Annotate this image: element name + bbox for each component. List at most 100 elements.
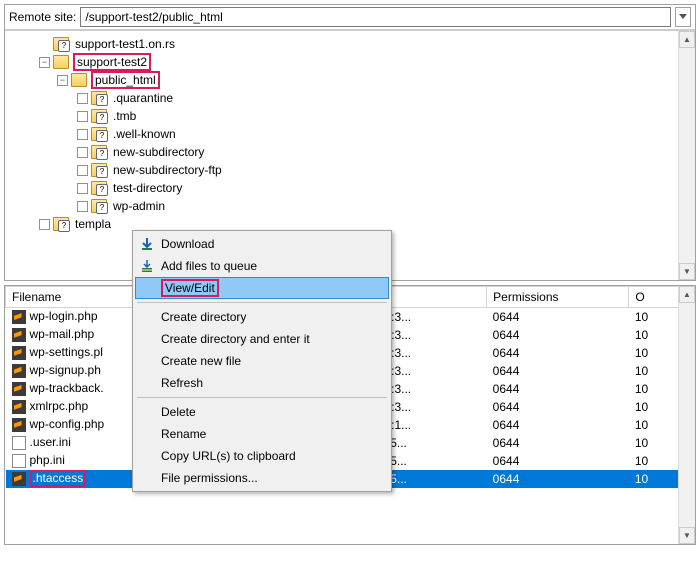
tree-node[interactable]: − public_html <box>9 71 695 89</box>
file-name: wp-settings.pl <box>30 345 103 359</box>
menu-item[interactable]: File permissions... <box>135 467 389 489</box>
menu-item[interactable]: Download <box>135 233 389 255</box>
remote-path-bar: Remote site: <box>5 5 695 30</box>
menu-item-label: View/Edit <box>161 279 219 297</box>
tree-toggle[interactable] <box>77 111 88 122</box>
tree-node-label: wp-admin <box>111 197 167 215</box>
code-file-icon <box>12 418 26 432</box>
menu-item-label: Create directory <box>161 310 246 324</box>
tree-toggle <box>39 39 50 50</box>
tree-toggle[interactable]: − <box>39 57 50 68</box>
ini-file-icon <box>12 454 26 468</box>
scroll-up-icon[interactable]: ▲ <box>679 286 695 303</box>
menu-item[interactable]: Add files to queue <box>135 255 389 277</box>
scroll-up-icon[interactable]: ▲ <box>679 31 695 48</box>
ini-file-icon <box>12 436 26 450</box>
menu-item-label: Refresh <box>161 376 203 390</box>
menu-separator <box>137 302 387 303</box>
menu-item-label: Download <box>161 237 214 251</box>
path-dropdown-button[interactable] <box>675 7 691 27</box>
question-folder-icon <box>91 145 107 159</box>
tree-toggle[interactable]: − <box>57 75 68 86</box>
code-file-icon <box>12 310 26 324</box>
menu-item[interactable]: Create directory <box>135 306 389 328</box>
code-file-icon <box>12 328 26 342</box>
menu-item[interactable]: View/Edit <box>135 277 389 299</box>
tree-node-label: .quarantine <box>111 89 175 107</box>
code-file-icon <box>12 472 26 486</box>
file-name: .htaccess <box>30 470 87 488</box>
menu-item[interactable]: Delete <box>135 401 389 423</box>
menu-separator <box>137 397 387 398</box>
tree-node-label: test-directory <box>111 179 184 197</box>
tree-node-label: support-test2 <box>73 53 151 71</box>
question-folder-icon <box>91 199 107 213</box>
context-menu[interactable]: Download Add files to queue View/Edit Creat… <box>132 230 392 492</box>
tree-toggle[interactable] <box>77 129 88 140</box>
question-folder-icon <box>53 217 69 231</box>
file-name: wp-trackback. <box>30 381 104 395</box>
remote-site-label: Remote site: <box>9 10 76 24</box>
code-file-icon <box>12 400 26 414</box>
question-folder-icon <box>53 37 69 51</box>
tree-toggle[interactable] <box>77 183 88 194</box>
tree-node-label: support-test1.on.rs <box>73 35 177 53</box>
folder-icon <box>71 73 87 87</box>
tree-node-label: new-subdirectory-ftp <box>111 161 224 179</box>
code-file-icon <box>12 382 26 396</box>
tree-toggle[interactable] <box>77 147 88 158</box>
file-name: wp-config.php <box>30 417 105 431</box>
tree-node-label: public_html <box>91 71 160 89</box>
file-name: wp-signup.ph <box>30 363 101 377</box>
download-icon <box>139 236 155 252</box>
tree-vscroll[interactable]: ▲ ▼ <box>678 31 695 280</box>
chevron-down-icon <box>679 14 687 20</box>
menu-item[interactable]: Refresh <box>135 372 389 394</box>
folder-icon <box>53 55 69 69</box>
tree-node[interactable]: wp-admin <box>9 197 695 215</box>
menu-item-label: File permissions... <box>161 471 258 485</box>
question-folder-icon <box>91 127 107 141</box>
column-header[interactable]: Permissions <box>487 287 629 308</box>
tree-node[interactable]: .tmb <box>9 107 695 125</box>
menu-item-label: Delete <box>161 405 196 419</box>
menu-item[interactable]: Copy URL(s) to clipboard <box>135 445 389 467</box>
menu-item-label: Create directory and enter it <box>161 332 310 346</box>
tree-node[interactable]: − support-test2 <box>9 53 695 71</box>
remote-path-input[interactable] <box>80 7 671 27</box>
question-folder-icon <box>91 91 107 105</box>
menu-item-label: Copy URL(s) to clipboard <box>161 449 296 463</box>
tree-node[interactable]: .quarantine <box>9 89 695 107</box>
question-folder-icon <box>91 163 107 177</box>
queue-icon <box>139 258 155 274</box>
code-file-icon <box>12 364 26 378</box>
menu-item-label: Add files to queue <box>161 259 257 273</box>
question-folder-icon <box>91 181 107 195</box>
tree-node-label: templa <box>73 215 113 233</box>
file-name: xmlrpc.php <box>30 399 89 413</box>
tree-node[interactable]: support-test1.on.rs <box>9 35 695 53</box>
menu-item-label: Rename <box>161 427 206 441</box>
tree-node[interactable]: new-subdirectory <box>9 143 695 161</box>
scroll-down-icon[interactable]: ▼ <box>679 263 695 280</box>
filelist-vscroll[interactable]: ▲ ▼ <box>678 286 695 544</box>
tree-toggle[interactable] <box>77 165 88 176</box>
tree-node[interactable]: new-subdirectory-ftp <box>9 161 695 179</box>
tree-node-label: new-subdirectory <box>111 143 206 161</box>
file-name: wp-mail.php <box>30 327 95 341</box>
file-name: .user.ini <box>30 435 71 449</box>
tree-node[interactable]: .well-known <box>9 125 695 143</box>
tree-node-label: .well-known <box>111 125 178 143</box>
scroll-down-icon[interactable]: ▼ <box>679 527 695 544</box>
tree-node-label: .tmb <box>111 107 138 125</box>
menu-item[interactable]: Create directory and enter it <box>135 328 389 350</box>
tree-toggle[interactable] <box>77 201 88 212</box>
tree-node[interactable]: test-directory <box>9 179 695 197</box>
menu-item[interactable]: Rename <box>135 423 389 445</box>
tree-toggle[interactable] <box>39 219 50 230</box>
menu-item-label: Create new file <box>161 354 241 368</box>
file-name: php.ini <box>30 453 65 467</box>
file-name: wp-login.php <box>30 309 98 323</box>
menu-item[interactable]: Create new file <box>135 350 389 372</box>
tree-toggle[interactable] <box>77 93 88 104</box>
